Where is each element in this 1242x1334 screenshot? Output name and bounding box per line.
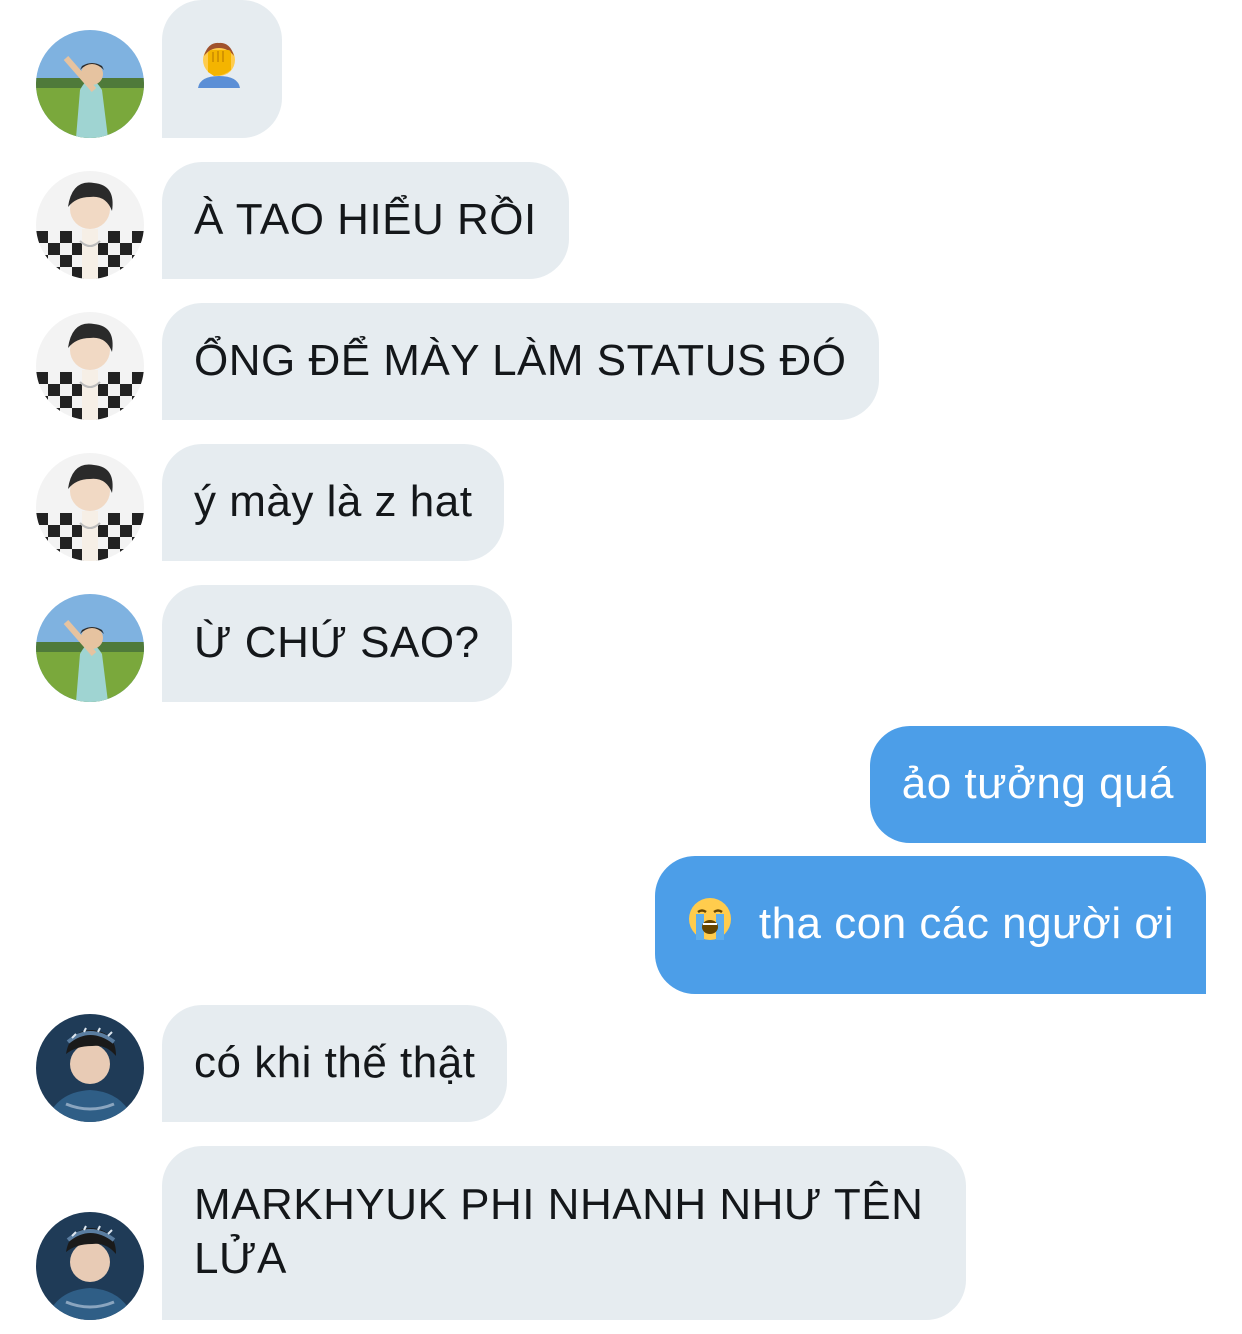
message-text: ý mày là z hat	[194, 477, 473, 526]
message-bubble[interactable]: MARKHYUK PHI NHANH NHƯ TÊN LỬA	[162, 1146, 966, 1320]
message-bubble[interactable]: tha con các người ơi	[654, 856, 1206, 994]
loudly-crying-icon	[687, 896, 733, 956]
message-bubble[interactable]: có khi thế thật	[162, 1005, 508, 1122]
message-bubble[interactable]: À TAO HIỂU RỒI	[162, 162, 569, 279]
avatar[interactable]	[36, 30, 144, 138]
avatar[interactable]	[36, 1212, 144, 1320]
message-text: MARKHYUK PHI NHANH NHƯ TÊN LỬA	[194, 1180, 924, 1283]
avatar[interactable]	[36, 312, 144, 420]
message-text: À TAO HIỂU RỒI	[194, 195, 537, 244]
message-bubble[interactable]: ỔNG ĐỂ MÀY LÀM STATUS ĐÓ	[162, 303, 879, 420]
avatar[interactable]	[36, 171, 144, 279]
avatar[interactable]	[36, 453, 144, 561]
message-bubble[interactable]: Ừ CHỨ SAO?	[162, 585, 512, 702]
message-text: tha con các người ơi	[758, 899, 1174, 948]
message-text: có khi thế thật	[194, 1038, 476, 1087]
message-text: Ừ CHỨ SAO?	[194, 618, 480, 667]
avatar[interactable]	[36, 594, 144, 702]
message-bubble[interactable]: ý mày là z hat	[162, 444, 505, 561]
message-text: ảo tưởng quá	[901, 759, 1174, 808]
message-text: ỔNG ĐỂ MÀY LÀM STATUS ĐÓ	[194, 336, 847, 385]
face-palm-icon	[194, 38, 244, 102]
avatar[interactable]	[36, 1014, 144, 1122]
message-bubble[interactable]	[162, 0, 282, 138]
message-bubble[interactable]: ảo tưởng quá	[869, 726, 1206, 843]
